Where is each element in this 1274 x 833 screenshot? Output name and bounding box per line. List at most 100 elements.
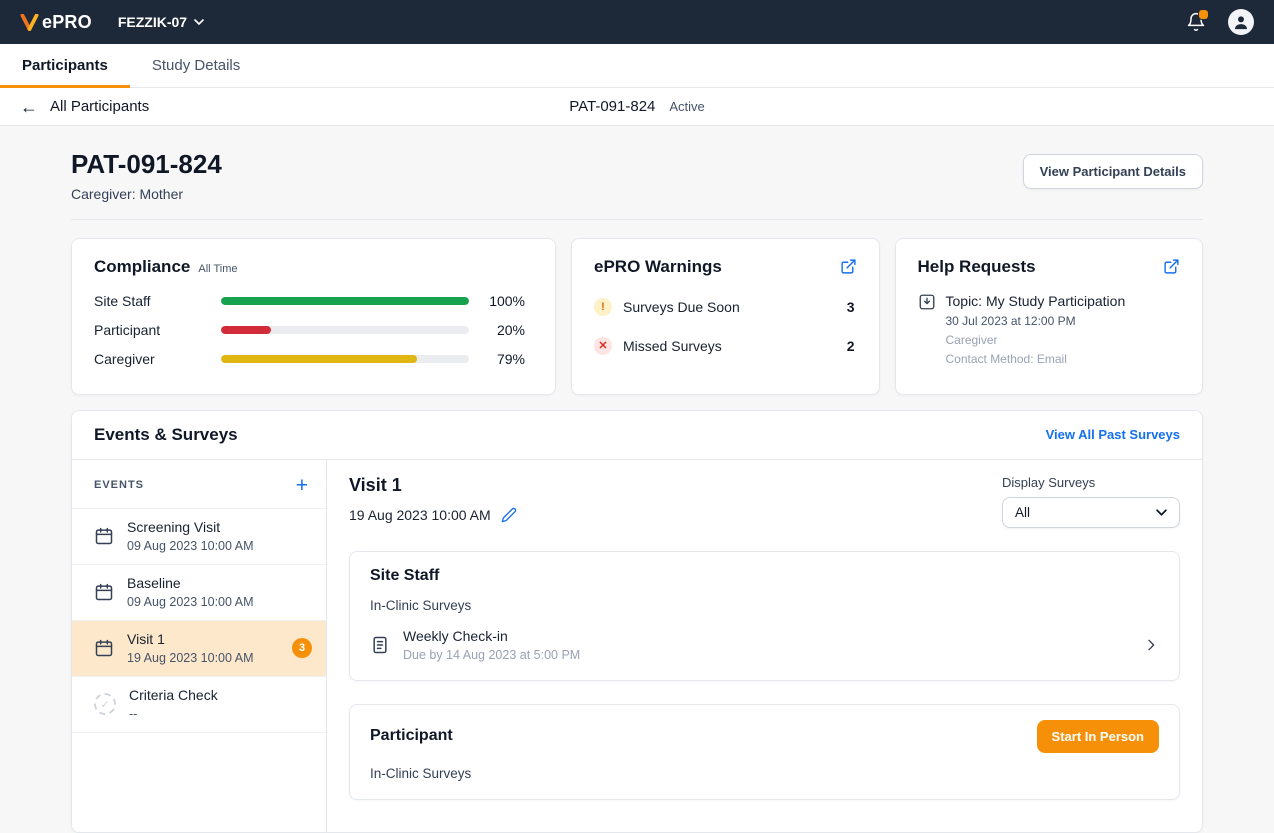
event-detail-title: Visit 1: [349, 475, 517, 496]
view-participant-details-button[interactable]: View Participant Details: [1023, 154, 1203, 189]
site-staff-title: Site Staff: [370, 567, 1159, 585]
help-title: Help Requests: [918, 257, 1036, 277]
help-topic: Topic: My Study Participation: [946, 293, 1126, 309]
survey-due: Due by 14 Aug 2023 at 5:00 PM: [403, 648, 580, 662]
study-name: FEZZIK-07: [118, 14, 187, 30]
summary-cards-row: Compliance All Time Site Staff 100% Part…: [71, 238, 1203, 395]
compliance-row-label: Caregiver: [94, 351, 221, 367]
progress-bar-site-staff: [221, 297, 469, 305]
help-request-texts: Topic: My Study Participation 30 Jul 202…: [946, 293, 1126, 366]
breadcrumb-bar: ← All Participants PAT-091-824 Active: [0, 88, 1274, 126]
event-texts: Criteria Check --: [129, 687, 218, 721]
external-link-icon: [1163, 258, 1180, 275]
help-contact-method: Contact Method: Email: [946, 352, 1126, 366]
warnings-open-button[interactable]: [840, 258, 857, 275]
external-link-icon: [840, 258, 857, 275]
events-list-header: EVENTS +: [72, 460, 326, 509]
compliance-rows: Site Staff 100% Participant 20% Caregive…: [94, 293, 525, 367]
event-detail-header: Visit 1 19 Aug 2023 10:00 AM Display Sur…: [349, 475, 1180, 528]
site-staff-subtitle: In-Clinic Surveys: [370, 598, 1159, 613]
back-arrow-icon: ←: [20, 98, 38, 116]
participant-section: Participant Start In Person In-Clinic Su…: [349, 704, 1180, 800]
back-button[interactable]: ← All Participants: [20, 98, 149, 116]
site-staff-section: Site Staff In-Clinic Surveys Weekly Chec…: [349, 551, 1180, 681]
compliance-title: Compliance: [94, 257, 190, 277]
compliance-card: Compliance All Time Site Staff 100% Part…: [71, 238, 556, 395]
notifications-button[interactable]: [1186, 12, 1206, 32]
participant-title: Participant: [370, 727, 453, 745]
warning-label: Surveys Due Soon: [623, 299, 836, 315]
display-surveys-label: Display Surveys: [1002, 475, 1180, 490]
display-surveys-control: Display Surveys All: [1002, 475, 1180, 528]
compliance-row-label: Site Staff: [94, 293, 221, 309]
logo-text: ePRO: [42, 12, 92, 33]
warning-item-due-soon: ! Surveys Due Soon 3: [594, 298, 857, 316]
compliance-row-label: Participant: [94, 322, 221, 338]
breadcrumb-participant: PAT-091-824 Active: [569, 98, 705, 115]
tab-participants[interactable]: Participants: [0, 44, 130, 87]
events-label: EVENTS: [94, 479, 144, 491]
page-header: PAT-091-824 Caregiver: Mother View Parti…: [71, 150, 1203, 202]
survey-texts: Weekly Check-in Due by 14 Aug 2023 at 5:…: [403, 628, 580, 662]
progress-fill: [221, 326, 271, 334]
display-surveys-value: All: [1015, 505, 1030, 520]
event-detail-datetime: 19 Aug 2023 10:00 AM: [349, 507, 491, 523]
events-surveys-title: Events & Surveys: [94, 425, 238, 445]
edit-event-button[interactable]: [501, 507, 517, 523]
compliance-row-value: 100%: [469, 293, 525, 309]
survey-count-badge: 3: [292, 638, 312, 658]
tab-study-details[interactable]: Study Details: [130, 44, 262, 87]
event-item-visit-1[interactable]: Visit 1 19 Aug 2023 10:00 AM 3: [72, 621, 326, 677]
compliance-row-site-staff: Site Staff 100%: [94, 293, 525, 309]
topic-icon: [918, 293, 936, 311]
calendar-icon: [94, 526, 114, 546]
display-surveys-select[interactable]: All: [1002, 497, 1180, 528]
view-all-past-surveys-link[interactable]: View All Past Surveys: [1046, 427, 1180, 442]
participant-id: PAT-091-824: [569, 98, 655, 115]
calendar-icon: [94, 582, 114, 602]
compliance-row-participant: Participant 20%: [94, 322, 525, 338]
error-icon: ✕: [594, 337, 612, 355]
user-avatar[interactable]: [1228, 9, 1254, 35]
events-surveys-card: Events & Surveys View All Past Surveys E…: [71, 410, 1203, 833]
warning-count: 2: [847, 338, 857, 354]
event-item-screening-visit[interactable]: Screening Visit 09 Aug 2023 10:00 AM: [72, 509, 326, 565]
survey-document-icon: [370, 635, 390, 655]
study-selector[interactable]: FEZZIK-07: [118, 14, 204, 30]
survey-row-weekly-check-in[interactable]: Weekly Check-in Due by 14 Aug 2023 at 5:…: [370, 628, 1159, 662]
events-surveys-header: Events & Surveys View All Past Surveys: [72, 411, 1202, 460]
help-title-row: Help Requests: [918, 257, 1181, 277]
compliance-period: All Time: [198, 263, 237, 275]
warning-count: 3: [847, 299, 857, 315]
progress-bar-participant: [221, 326, 469, 334]
warning-icon: !: [594, 298, 612, 316]
help-request-item[interactable]: Topic: My Study Participation 30 Jul 202…: [918, 293, 1181, 366]
progress-fill: [221, 355, 417, 363]
progress-fill: [221, 297, 469, 305]
event-item-criteria-check[interactable]: ✓ Criteria Check --: [72, 677, 326, 733]
back-label: All Participants: [50, 98, 149, 115]
event-texts: Visit 1 19 Aug 2023 10:00 AM: [127, 631, 254, 665]
chevron-right-icon: [1143, 637, 1159, 653]
event-item-baseline[interactable]: Baseline 09 Aug 2023 10:00 AM: [72, 565, 326, 621]
compliance-row-value: 20%: [469, 322, 525, 338]
main-content: PAT-091-824 Caregiver: Mother View Parti…: [0, 126, 1274, 833]
event-name: Visit 1: [127, 631, 254, 647]
event-datetime: 09 Aug 2023 10:00 AM: [127, 595, 254, 609]
event-datetime: 09 Aug 2023 10:00 AM: [127, 539, 254, 553]
warnings-title-row: ePRO Warnings: [594, 257, 857, 277]
survey-name: Weekly Check-in: [403, 628, 580, 644]
participant-section-header: Participant Start In Person: [370, 720, 1159, 753]
event-name: Criteria Check: [129, 687, 218, 703]
chevron-down-icon: [194, 19, 204, 25]
person-icon: [1232, 13, 1250, 31]
help-open-button[interactable]: [1163, 258, 1180, 275]
chevron-down-icon: [1156, 509, 1167, 516]
warnings-title: ePRO Warnings: [594, 257, 722, 277]
start-in-person-button[interactable]: Start In Person: [1037, 720, 1159, 753]
add-event-button[interactable]: +: [296, 475, 308, 496]
status-badge: Active: [669, 99, 704, 114]
event-texts: Screening Visit 09 Aug 2023 10:00 AM: [127, 519, 254, 553]
event-detail-date-row: 19 Aug 2023 10:00 AM: [349, 507, 517, 523]
help-timestamp: 30 Jul 2023 at 12:00 PM: [946, 314, 1126, 328]
